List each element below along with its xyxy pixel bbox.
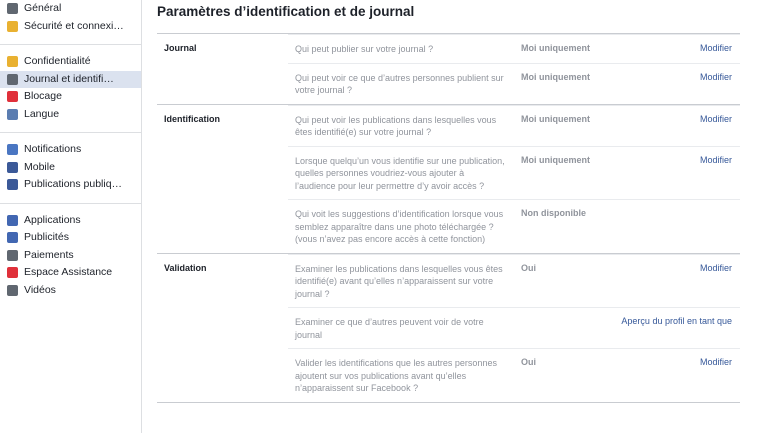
shield-key-icon xyxy=(7,20,18,32)
setting-question: Examiner ce que d’autres peuvent voir de… xyxy=(295,317,484,340)
setting-value: Moi uniquement xyxy=(521,154,590,165)
edit-link[interactable]: Modifier xyxy=(700,72,732,82)
globe-icon xyxy=(7,144,18,155)
settings-row: Qui voit les suggestions d’identificatio… xyxy=(288,199,740,253)
settings-section: Identification Qui peut voir les publicat… xyxy=(157,103,740,253)
film-icon xyxy=(7,284,18,296)
sidebar-item-label: Publicités xyxy=(24,231,69,243)
sidebar-item-label: Paiements xyxy=(24,248,74,261)
lifebuoy-icon xyxy=(7,267,18,278)
sidebar-separator xyxy=(0,44,141,45)
mobile-icon xyxy=(7,161,18,173)
profile-preview-link[interactable]: Aperçu du profil en tant que xyxy=(621,316,732,326)
sidebar-item[interactable]: Confidentialité xyxy=(0,53,141,71)
section-label: Identification xyxy=(164,113,220,124)
setting-question: Qui peut voir ce que d’autres personnes … xyxy=(295,72,504,96)
setting-question: Qui peut voir les publications dans lesq… xyxy=(295,114,497,138)
sidebar-item[interactable]: Journal et identifi… xyxy=(0,70,141,88)
settings-row: Valider les identifications que les autr… xyxy=(288,348,740,402)
setting-value: Moi uniquement xyxy=(521,113,590,124)
sidebar-item-label: Journal et identifi… xyxy=(24,72,114,85)
sidebar-item-label: Confidentialité xyxy=(24,55,91,67)
sidebar-item[interactable]: Langue xyxy=(0,106,141,124)
sidebar-item[interactable]: Blocage xyxy=(0,88,141,106)
sidebar-item[interactable]: Notifications xyxy=(0,141,141,159)
section-label: Journal xyxy=(164,43,197,53)
setting-question: Examiner les publications dans lesquelle… xyxy=(295,263,503,299)
apps-icon xyxy=(7,214,18,226)
settings-sidebar: Général Sécurité et connexi… Confidentiali… xyxy=(0,0,141,433)
settings-row: Lorsque quelqu’un vous identifie sur une… xyxy=(288,145,740,200)
sidebar-item[interactable]: Sécurité et connexi… xyxy=(0,18,141,36)
setting-question: Lorsque quelqu’un vous identifie sur une… xyxy=(295,155,505,191)
setting-question: Qui voit les suggestions d’identificatio… xyxy=(295,209,504,244)
sidebar-item[interactable]: Mobile xyxy=(0,159,141,177)
setting-value: Oui xyxy=(521,262,536,273)
sidebar-item[interactable]: Vidéos xyxy=(0,282,141,300)
payments-icon xyxy=(7,249,18,261)
settings-row: Qui peut voir les publications dans lesq… xyxy=(288,104,740,146)
settings-row: Examiner les publications dans lesquelle… xyxy=(288,253,740,308)
sidebar-item[interactable]: Espace Assistance xyxy=(0,264,141,282)
sidebar-item[interactable]: Publicités xyxy=(0,229,141,247)
edit-link[interactable]: Modifier xyxy=(700,114,732,124)
settings-row: Examiner ce que d’autres peuvent voir de… xyxy=(288,307,740,348)
page-title: Paramètres d’identification et de journa… xyxy=(157,4,415,19)
ads-icon xyxy=(7,232,18,243)
sidebar-nav: Général Sécurité et connexi… Confidentiali… xyxy=(0,0,141,299)
rss-icon xyxy=(7,179,18,190)
settings-section: Journal Qui peut publier sur votre journa… xyxy=(157,33,740,104)
language-icon xyxy=(7,108,18,120)
edit-link[interactable]: Modifier xyxy=(700,357,732,367)
edit-link[interactable]: Modifier xyxy=(700,43,732,53)
setting-value: Moi uniquement xyxy=(521,71,590,82)
sidebar-item-label: Espace Assistance xyxy=(24,266,113,278)
sidebar-item[interactable]: Paiements xyxy=(0,247,141,265)
settings-table: Journal Qui peut publier sur votre journa… xyxy=(157,33,740,403)
setting-question: Valider les identifications que les autr… xyxy=(295,358,497,393)
sidebar-item[interactable]: Publications publiq… xyxy=(0,176,141,194)
block-icon xyxy=(7,91,18,102)
settings-section: Validation Examiner les publications dans… xyxy=(157,252,740,403)
sidebar-item-label: Vidéos xyxy=(24,283,56,296)
setting-value: Moi uniquement xyxy=(521,43,590,53)
sidebar-item-label: Publications publiq… xyxy=(24,178,123,190)
sidebar-item-label: Sécurité et connexi… xyxy=(24,19,124,32)
setting-value: Oui xyxy=(521,357,536,367)
sidebar-item[interactable]: Applications xyxy=(0,212,141,230)
sidebar-separator xyxy=(0,132,141,133)
sidebar-item-label: Notifications xyxy=(24,143,82,155)
sidebar-item[interactable]: Général xyxy=(0,0,141,18)
sidebar-separator xyxy=(0,202,141,204)
setting-question: Qui peut publier sur votre journal ? xyxy=(295,44,434,54)
gears-icon xyxy=(7,3,18,14)
timeline-icon xyxy=(7,73,18,85)
lock-icon xyxy=(7,56,18,67)
edit-link[interactable]: Modifier xyxy=(700,155,732,165)
sidebar-item-label: Général xyxy=(24,2,62,14)
sidebar-item-label: Blocage xyxy=(24,90,62,102)
settings-row: Qui peut publier sur votre journal ? Moi … xyxy=(288,34,740,63)
sidebar-item-label: Applications xyxy=(24,213,81,226)
sidebar-item-label: Mobile xyxy=(24,160,55,173)
sidebar-item-label: Langue xyxy=(24,107,60,120)
settings-row: Qui peut voir ce que d’autres personnes … xyxy=(288,62,740,104)
sidebar-divider xyxy=(141,0,142,433)
setting-value: Non disponible xyxy=(521,208,586,218)
edit-link[interactable]: Modifier xyxy=(700,263,732,273)
section-label: Validation xyxy=(164,262,207,273)
